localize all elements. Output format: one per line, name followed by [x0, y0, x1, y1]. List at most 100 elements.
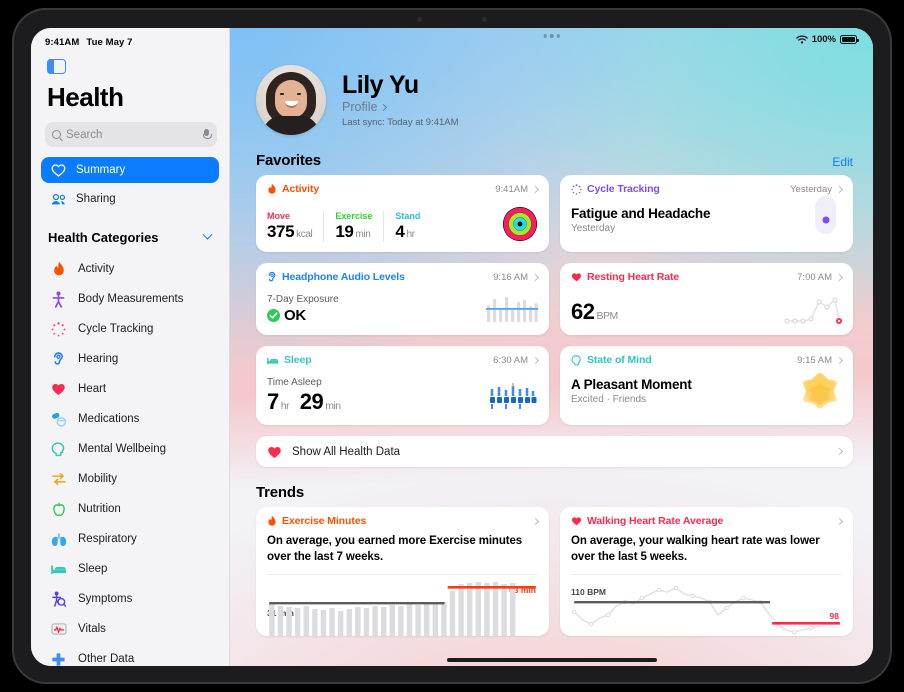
card-state-of-mind[interactable]: State of Mind 9:15 AM A Pleasant Moment …: [560, 346, 853, 425]
chevron-right-icon[interactable]: [835, 447, 844, 456]
chevron-right-icon[interactable]: [531, 356, 540, 364]
sidebar: 9:41AM Tue May 7 Health Summary: [31, 28, 230, 666]
card-header: Resting Heart Rate 7:00 AM: [571, 271, 844, 283]
card-subline: Excited · Friends: [571, 394, 647, 405]
sidebar-toggle-icon[interactable]: [47, 59, 66, 74]
lungs-icon: [50, 531, 67, 548]
sidebar-item-vitals[interactable]: Vitals: [31, 614, 229, 644]
sidebar-item-label: Respiratory: [78, 533, 137, 545]
sidebar-item-mental-wellbeing[interactable]: Mental Wellbeing: [31, 434, 229, 464]
sidebar-item-heart[interactable]: Heart: [31, 374, 229, 404]
heart-icon: [571, 517, 582, 526]
metric-unit: min: [355, 229, 371, 240]
card-body: A Pleasant Moment Excited · Friends: [571, 372, 842, 409]
device-camera: [417, 15, 487, 23]
sidebar-item-label: Heart: [78, 383, 107, 395]
card-resting-heart-rate[interactable]: Resting Heart Rate 7:00 AM 62 BPM: [560, 263, 853, 335]
flame-icon: [50, 261, 67, 278]
sleep-minutes: 29: [299, 389, 324, 414]
metric-value: 4: [395, 222, 405, 241]
chevron-right-icon[interactable]: [835, 517, 844, 525]
sidebar-item-nutrition[interactable]: Nutrition: [31, 494, 229, 524]
card-title: Resting Heart Rate: [587, 271, 680, 283]
sidebar-item-label: Vitals: [78, 623, 106, 635]
sidebar-item-label: Summary: [76, 164, 126, 176]
sidebar-item-symptoms[interactable]: Symptoms: [31, 584, 229, 614]
sidebar-item-summary[interactable]: Summary: [41, 157, 219, 183]
chevron-right-icon[interactable]: [835, 273, 844, 281]
metric-unit: kcal: [296, 229, 313, 240]
walking-heart-rate-chart: 110 BPM 98: [571, 574, 842, 636]
chevron-down-icon[interactable]: [202, 229, 213, 240]
card-meta: 9:15 AM: [797, 354, 844, 366]
bed-icon: [50, 561, 67, 578]
show-all-label: Show All Health Data: [292, 445, 401, 458]
sidebar-item-hearing[interactable]: Hearing: [31, 344, 229, 374]
metric-exercise: Exercise 19 min: [323, 211, 383, 242]
chevron-right-icon[interactable]: [531, 517, 540, 525]
card-title: Walking Heart Rate Average: [587, 515, 724, 527]
exercise-bars: [269, 582, 536, 637]
sidebar-item-mobility[interactable]: Mobility: [31, 464, 229, 494]
profile-header[interactable]: Lily Yu Profile Last sync: Today at 9:41…: [244, 28, 859, 135]
microphone-icon[interactable]: [203, 129, 212, 140]
exposure-label: 7-Day Exposure: [267, 294, 339, 305]
page-title: Health: [47, 82, 124, 112]
scroll-area[interactable]: Lily Yu Profile Last sync: Today at 9:41…: [230, 28, 873, 666]
cycle-icon: [571, 183, 582, 195]
show-all-health-data-row[interactable]: Show All Health Data: [256, 436, 853, 467]
chevron-right-icon[interactable]: [531, 185, 540, 193]
sidebar-item-body-measurements[interactable]: Body Measurements: [31, 284, 229, 314]
home-indicator: [446, 658, 657, 662]
card-walking-heart-rate-average[interactable]: Walking Heart Rate Average On average, y…: [560, 507, 853, 637]
ipad-device: 9:41AM Tue May 7 Health Summary: [12, 8, 892, 684]
metric-label: Exercise: [335, 211, 373, 221]
bed-icon: [267, 357, 279, 364]
card-timestamp: 9:15 AM: [797, 354, 832, 366]
card-header: Headphone Audio Levels 9:16 AM: [267, 271, 540, 283]
avatar[interactable]: [256, 65, 326, 135]
card-sleep[interactable]: Sleep 6:30 AM Time Asleep 7 hr 29 min: [256, 346, 549, 425]
profile-link-label: Profile: [342, 100, 378, 115]
sidebar-item-activity[interactable]: Activity: [31, 254, 229, 284]
sidebar-item-sharing[interactable]: Sharing: [41, 186, 219, 212]
card-activity[interactable]: Activity 9:41AM Move 375 kcal Exercise 1…: [256, 175, 549, 252]
health-categories-label: Health Categories: [48, 230, 159, 245]
card-exercise-minutes[interactable]: Exercise Minutes On average, you earned …: [256, 507, 549, 637]
card-title: Cycle Tracking: [587, 183, 660, 195]
sidebar-item-label: Sleep: [78, 563, 108, 575]
sidebar-item-sleep[interactable]: Sleep: [31, 554, 229, 584]
sidebar-item-respiratory[interactable]: Respiratory: [31, 524, 229, 554]
heart-outline-icon: [50, 162, 67, 179]
card-cycle-tracking[interactable]: Cycle Tracking Yesterday Fatigue and Hea…: [560, 175, 853, 252]
chevron-right-icon[interactable]: [531, 273, 540, 281]
card-meta: 9:41AM: [495, 183, 540, 195]
people-icon: [50, 191, 67, 208]
card-timestamp: 7:00 AM: [797, 271, 832, 283]
chevron-right-icon[interactable]: [835, 356, 844, 364]
heart-rate-unit: BPM: [596, 310, 618, 322]
card-headphone-audio-levels[interactable]: Headphone Audio Levels 9:16 AM 7-Day Exp…: [256, 263, 549, 335]
card-meta: 7:00 AM: [797, 271, 844, 283]
favorites-grid: Activity 9:41AM Move 375 kcal Exercise 1…: [244, 175, 859, 425]
card-title: Exercise Minutes: [282, 515, 367, 527]
heart-rate-value: 62: [571, 299, 595, 324]
edit-button[interactable]: Edit: [832, 155, 853, 169]
sidebar-item-label: Medications: [78, 413, 140, 425]
exposure-status: OK: [284, 307, 306, 324]
sidebar-item-cycle-tracking[interactable]: Cycle Tracking: [31, 314, 229, 344]
profile-link[interactable]: Profile: [342, 100, 459, 114]
search-input[interactable]: [66, 128, 198, 141]
trends-heading: Trends: [256, 484, 304, 501]
chevron-right-icon[interactable]: [835, 185, 844, 193]
sidebar-item-other-data[interactable]: Other Data: [31, 644, 229, 666]
head-icon: [50, 441, 67, 458]
search-field[interactable]: [45, 122, 217, 147]
sleep-hours-unit: hr: [280, 400, 290, 412]
card-body: Move 375 kcal Exercise 19 min Stand 4 hr: [267, 206, 538, 242]
heart-icon: [571, 273, 582, 282]
sidebar-item-medications[interactable]: Medications: [31, 404, 229, 434]
health-categories-header[interactable]: Health Categories: [31, 212, 229, 245]
card-body: Fatigue and Headache Yesterday: [571, 196, 842, 234]
card-timestamp: 9:41AM: [495, 183, 528, 195]
